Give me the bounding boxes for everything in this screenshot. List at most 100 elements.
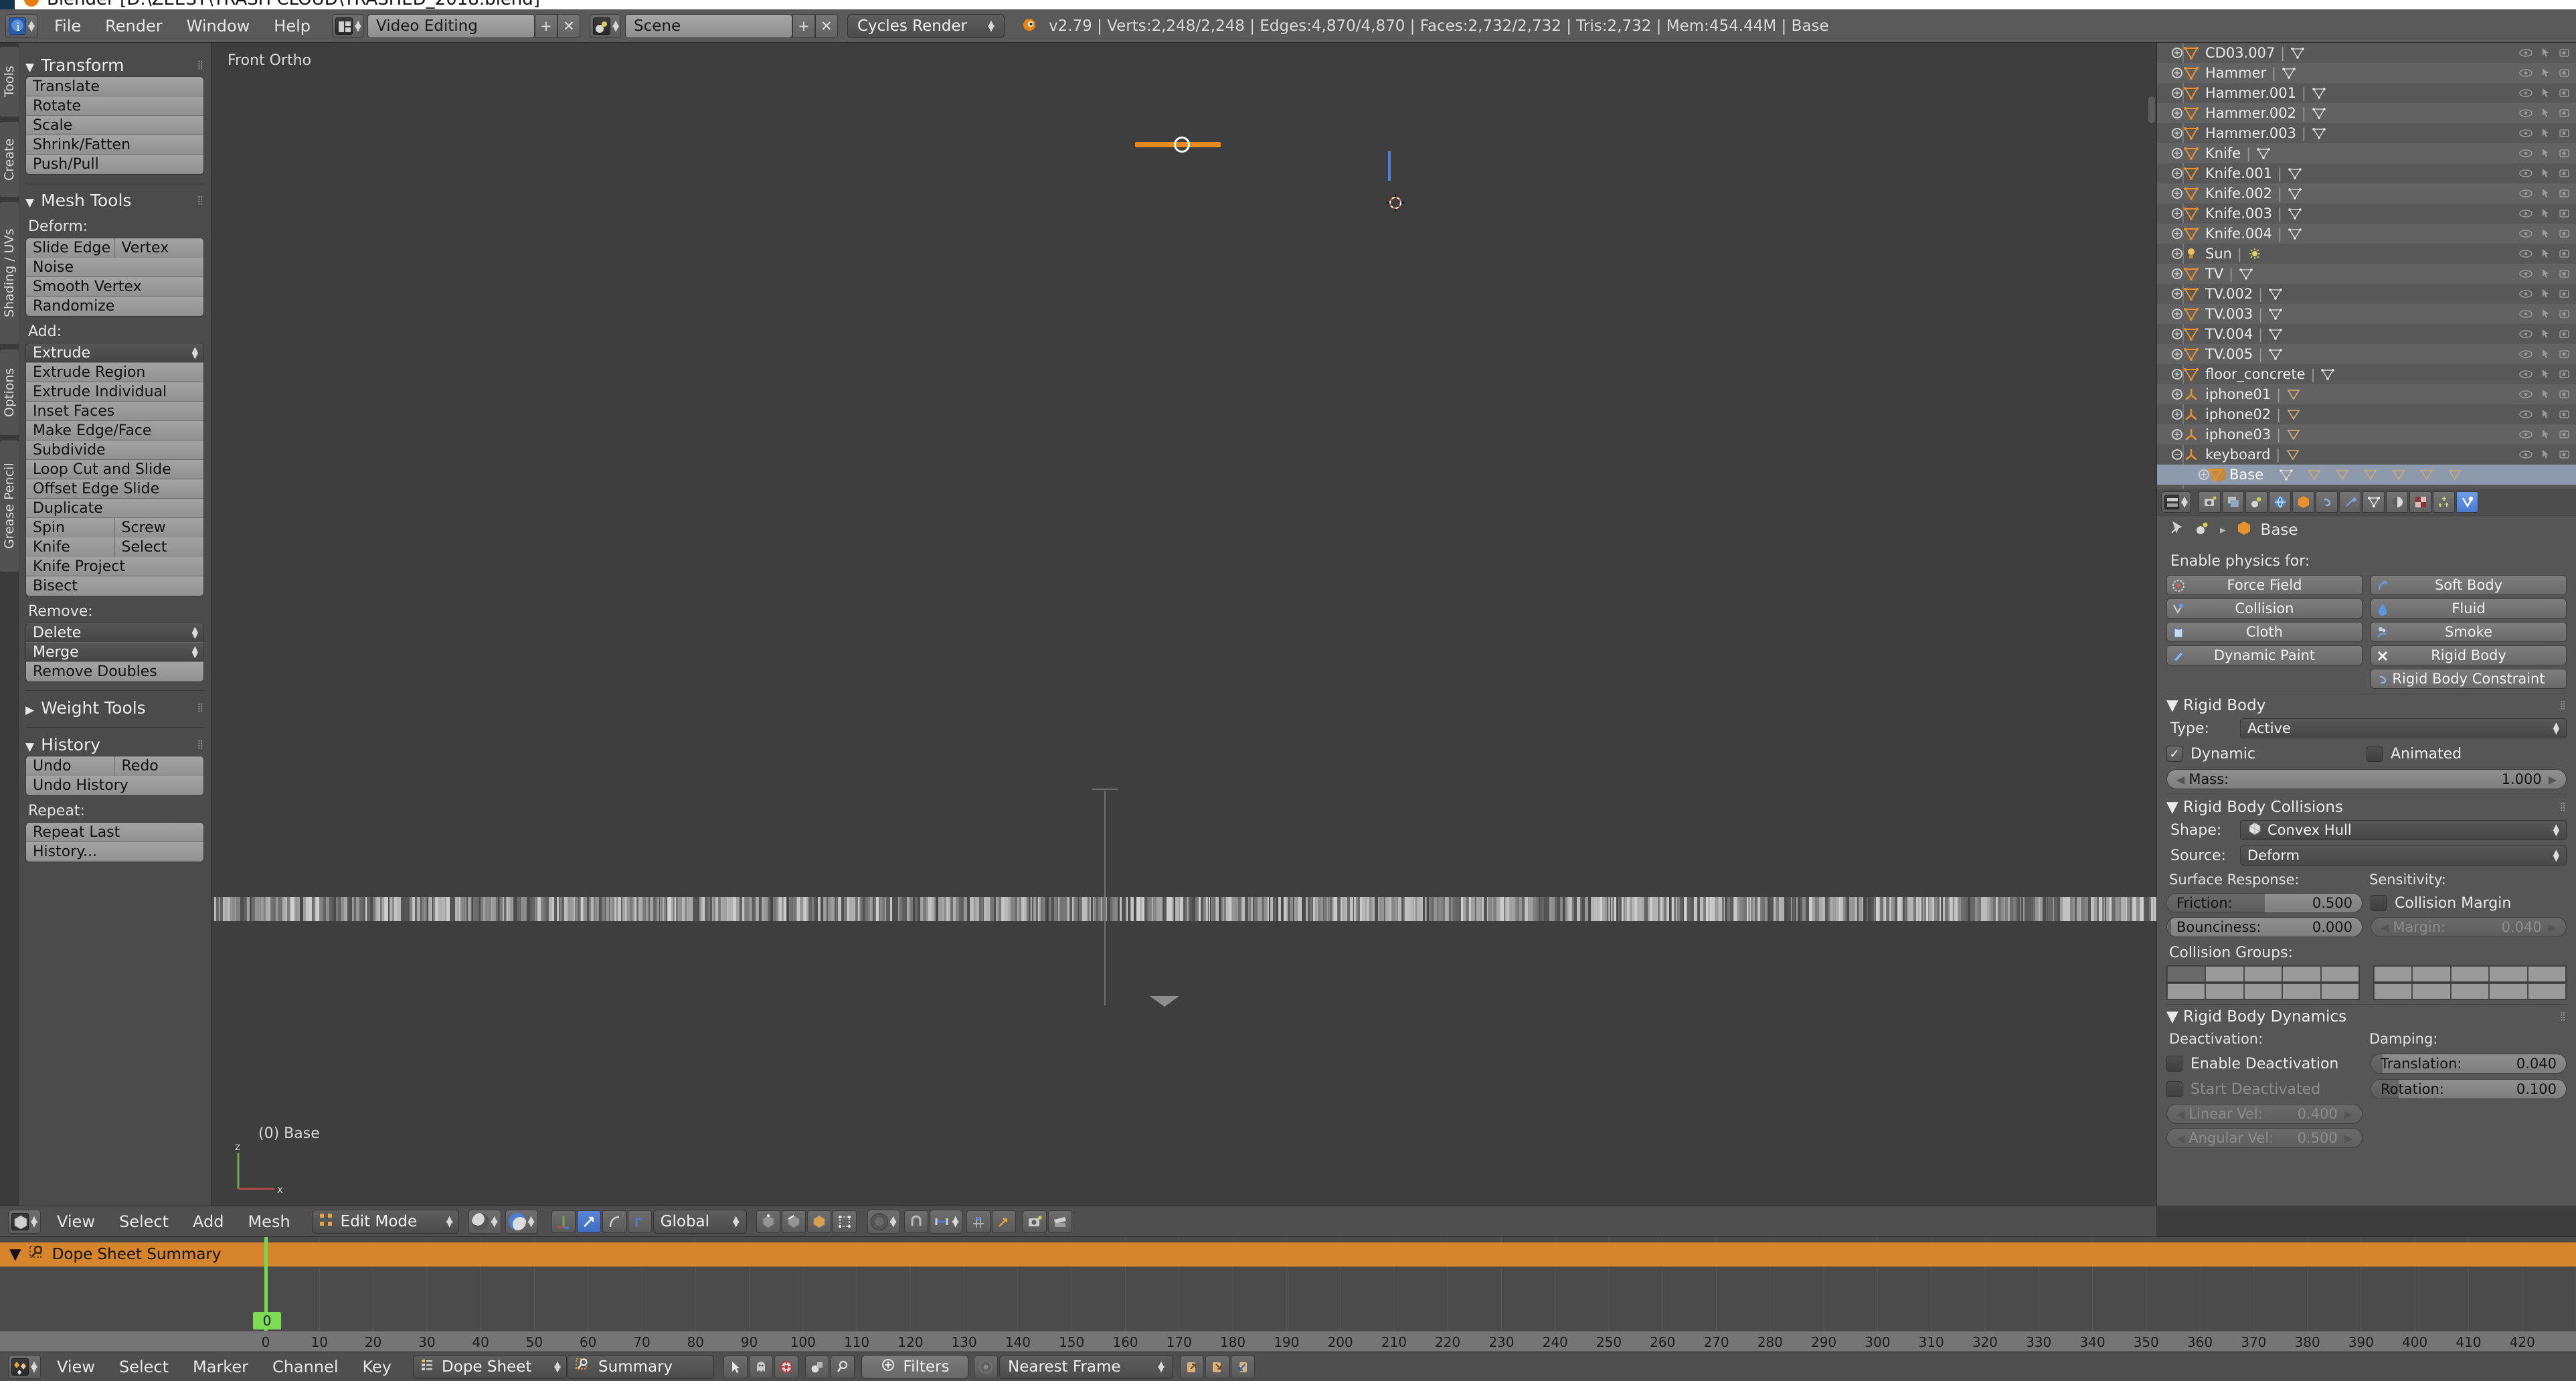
force-field-button[interactable]: Force Field xyxy=(2166,575,2363,595)
outliner-row-iphone01[interactable]: + iphone01 | xyxy=(2157,384,2576,404)
expand-toggle-icon[interactable]: + xyxy=(2172,248,2182,259)
restrict-view-icon[interactable] xyxy=(2518,246,2533,262)
transform-orientation-selector[interactable]: Global ▲ ▼ xyxy=(653,1209,747,1234)
restrict-select-icon[interactable] xyxy=(2540,105,2552,121)
expand-toggle-icon[interactable]: + xyxy=(2172,48,2182,58)
outliner-data-icon[interactable] xyxy=(2268,307,2290,321)
mass-slider[interactable]: ◀ Mass: 1.000 ▶ xyxy=(2166,769,2567,789)
restrict-view-icon[interactable] xyxy=(2518,386,2533,402)
subdivide-button[interactable]: Subdivide xyxy=(26,440,203,460)
proportional-edit-icon[interactable] xyxy=(974,1355,999,1378)
fluid-button[interactable]: Fluid xyxy=(2371,598,2567,619)
dopesheet-menu-marker[interactable]: Marker xyxy=(181,1358,260,1376)
shrink-fatten-button[interactable]: Shrink/Fatten xyxy=(26,135,203,155)
select-button[interactable]: Select xyxy=(114,537,203,557)
constraints-tab-icon[interactable] xyxy=(2316,491,2338,513)
expand-toggle-icon[interactable]: + xyxy=(2172,68,2182,78)
rotate-button[interactable]: Rotate xyxy=(26,96,203,116)
restrict-render-icon[interactable] xyxy=(2559,386,2572,402)
outliner-row-toggles[interactable] xyxy=(2518,183,2572,204)
editor-type-selector-properties[interactable]: ▲ ▼ xyxy=(2161,491,2191,513)
screen-layout-spin-arrows[interactable]: ▲ ▼ xyxy=(355,19,361,33)
outliner-row-toggles[interactable] xyxy=(2518,284,2572,304)
expand-toggle-icon[interactable]: + xyxy=(2172,369,2182,380)
render-layers-tab-icon[interactable] xyxy=(2222,491,2244,513)
dynamic-checkbox[interactable]: ✓ Dynamic xyxy=(2166,746,2367,762)
restrict-view-icon[interactable] xyxy=(2518,185,2533,201)
collision-group-grid-top-left[interactable] xyxy=(2166,965,2360,983)
scene-selector[interactable]: ▲ ▼ xyxy=(589,13,621,38)
randomize-button[interactable]: Randomize xyxy=(26,297,203,316)
editor-type-selector-info[interactable]: i ▲ ▼ xyxy=(5,13,38,38)
dopesheet-menu-view[interactable]: View xyxy=(45,1358,107,1376)
restrict-view-icon[interactable] xyxy=(2518,346,2533,362)
knife-button[interactable]: Knife xyxy=(26,537,115,557)
limit-selection-to-visible-icon[interactable] xyxy=(832,1210,857,1233)
collision-group-grid-bottom-left[interactable] xyxy=(2166,983,2360,1000)
dopesheet-editor-spin-arrows[interactable]: ▲ ▼ xyxy=(31,1360,37,1374)
outliner-row-toggles[interactable] xyxy=(2518,364,2572,384)
knife-project-button[interactable]: Knife Project xyxy=(26,557,203,576)
vertex-button[interactable]: Vertex xyxy=(114,238,203,258)
duplicate-button[interactable]: Duplicate xyxy=(26,499,203,518)
enable-deactivation-checkbox[interactable]: Enable Deactivation xyxy=(2166,1056,2363,1072)
panel-header-weight-tools[interactable]: ▶ Weight Tools ⣿ xyxy=(25,696,204,719)
margin-slider[interactable]: ◀ Margin: 0.040 ▶ xyxy=(2371,917,2567,937)
snap-element-selector[interactable]: ▲ ▼ xyxy=(929,1209,962,1234)
properties-editor[interactable]: ▲ ▼ ▸ Base Enable physics for: Force Fie… xyxy=(2156,489,2576,1206)
scene-name[interactable]: Scene xyxy=(624,13,792,38)
restrict-select-icon[interactable] xyxy=(2540,185,2552,201)
3dview-editor-spin-arrows[interactable]: ▲ ▼ xyxy=(31,1215,37,1228)
screw-button[interactable]: Screw xyxy=(114,517,203,538)
spin-button[interactable]: Spin xyxy=(26,517,115,538)
collision-groups-right[interactable] xyxy=(2373,965,2567,1000)
slider-left-arrow-icon[interactable]: ◀ xyxy=(2176,773,2184,786)
outliner-row-base[interactable]: + Base | xyxy=(2157,465,2576,485)
expand-triangle-icon[interactable]: ▼ xyxy=(9,1246,21,1263)
inset-faces-button[interactable]: Inset Faces xyxy=(26,402,203,421)
vertex-select-icon[interactable] xyxy=(756,1210,780,1233)
modifiers-tab-icon[interactable] xyxy=(2339,491,2361,513)
render-opengl-animation-icon[interactable] xyxy=(1047,1210,1072,1233)
outliner-row-toggles[interactable] xyxy=(2518,43,2572,63)
particles-tab-icon[interactable] xyxy=(2433,491,2455,513)
extrude-individual-button[interactable]: Extrude Individual xyxy=(26,382,203,402)
smoke-button[interactable]: Smoke xyxy=(2371,622,2567,642)
restrict-select-icon[interactable] xyxy=(2540,386,2552,402)
tab-tools[interactable]: Tools xyxy=(0,47,19,116)
restrict-select-icon[interactable] xyxy=(2540,206,2552,222)
expand-toggle-icon[interactable]: + xyxy=(2172,349,2182,359)
outliner-row-toggles[interactable] xyxy=(2518,384,2572,404)
repeat-last-button[interactable]: Repeat Last xyxy=(26,823,203,842)
restrict-view-icon[interactable] xyxy=(2518,426,2533,442)
outliner-data-icon[interactable] xyxy=(2282,66,2303,80)
outliner-data-icon[interactable] xyxy=(2312,127,2333,140)
viewport-menu-add[interactable]: Add xyxy=(181,1212,236,1231)
push-pull-button[interactable]: Push/Pull xyxy=(26,155,203,174)
outliner-row-knife-004[interactable]: + Knife.004 | xyxy=(2157,224,2576,244)
restrict-view-icon[interactable] xyxy=(2518,105,2533,121)
dopesheet-mode-selector[interactable]: Dope Sheet ▲ ▼ xyxy=(413,1354,568,1379)
outliner-data-icon[interactable] xyxy=(2279,468,2300,481)
outliner-row-tv-004[interactable]: + TV.004 | xyxy=(2157,324,2576,344)
shading-spin-arrows[interactable]: ▲ ▼ xyxy=(491,1215,498,1228)
paste-keyframes-icon[interactable] xyxy=(1205,1355,1230,1378)
expand-toggle-icon[interactable]: + xyxy=(2172,309,2182,319)
outliner-row-hammer-001[interactable]: + Hammer.001 | xyxy=(2157,83,2576,103)
outliner-row-hammer[interactable]: + Hammer | xyxy=(2157,63,2576,83)
restrict-select-icon[interactable] xyxy=(2540,246,2552,262)
restrict-view-icon[interactable] xyxy=(2518,85,2533,101)
restrict-view-icon[interactable] xyxy=(2518,125,2533,141)
bounciness-slider[interactable]: Bounciness: 0.000 xyxy=(2166,917,2363,937)
expand-toggle-icon[interactable]: + xyxy=(2172,429,2182,440)
outliner-child-data-icon[interactable] xyxy=(2307,468,2328,481)
history-dialog-button[interactable]: History... xyxy=(26,842,203,862)
restrict-select-icon[interactable] xyxy=(2540,226,2552,242)
outliner-data-icon[interactable] xyxy=(2286,388,2308,401)
delete-dropdown[interactable]: Delete ▲ ▼ xyxy=(26,623,203,643)
face-select-icon[interactable] xyxy=(806,1210,831,1233)
viewport-shading-selector[interactable]: ▲ ▼ xyxy=(468,1209,501,1234)
panel-header-history[interactable]: ▼ History ⣿ xyxy=(25,733,204,756)
dynamic-paint-button[interactable]: Dynamic Paint xyxy=(2166,645,2363,665)
restrict-select-icon[interactable] xyxy=(2540,326,2552,342)
